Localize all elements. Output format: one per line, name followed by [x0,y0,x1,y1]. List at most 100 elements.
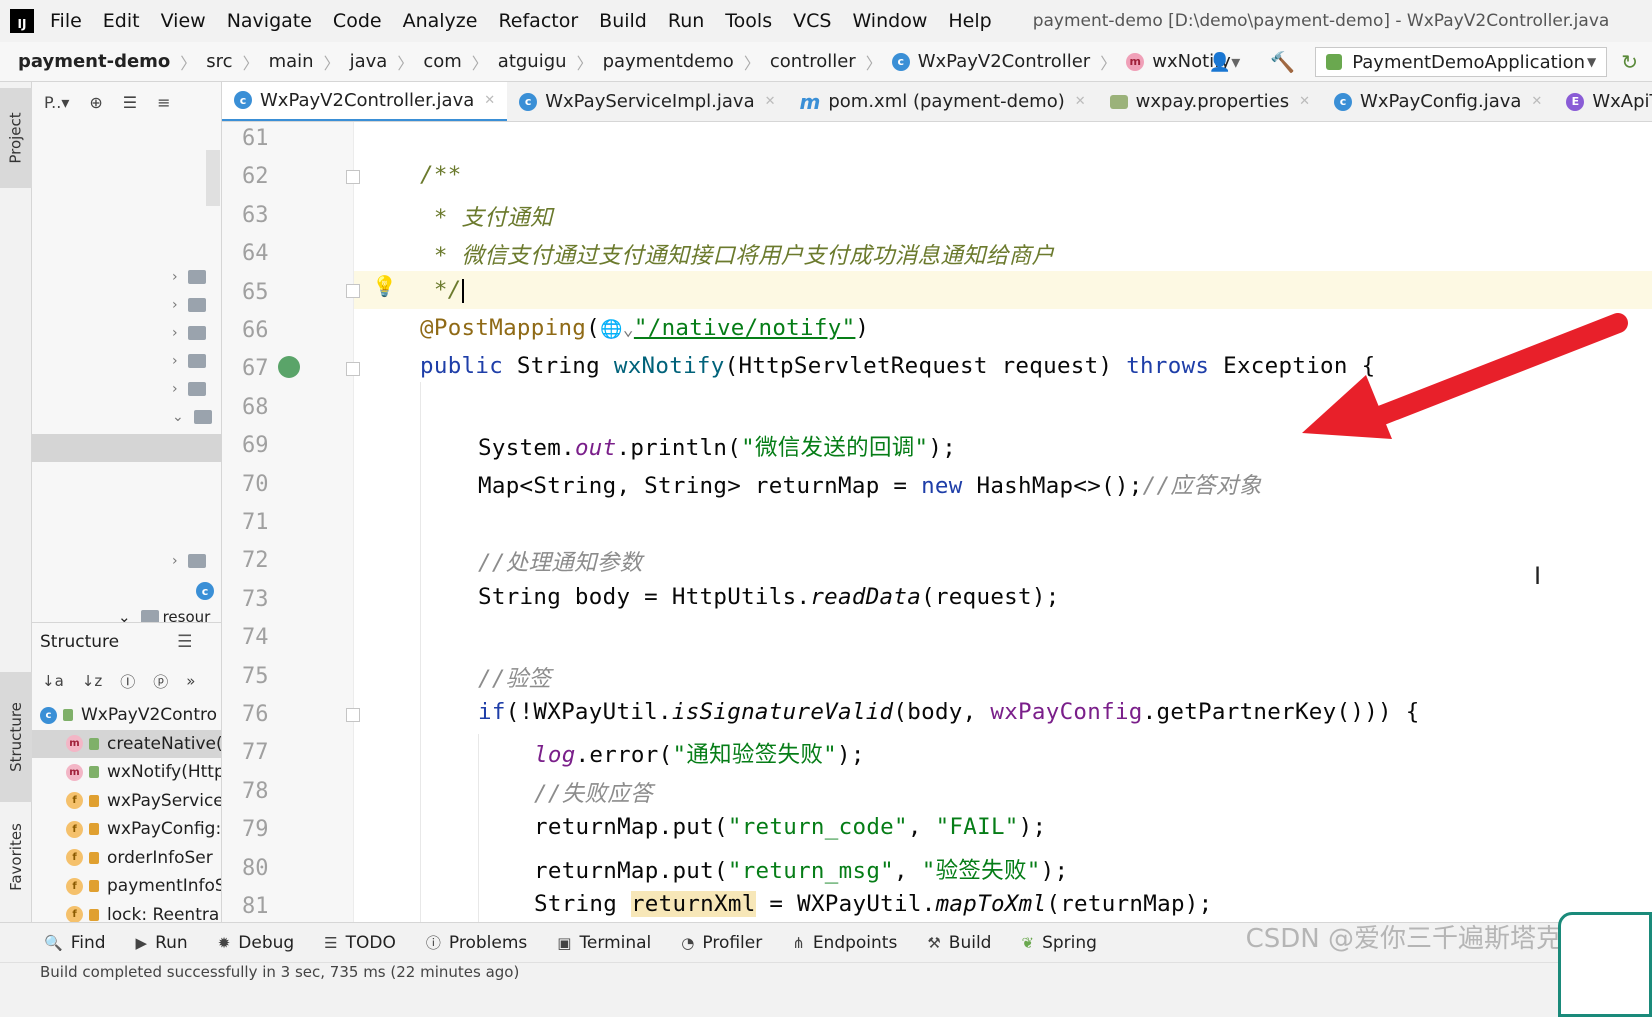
tab-pom-xml[interactable]: m pom.xml (payment-demo) ✕ [788,82,1098,121]
menu-view[interactable]: View [161,10,206,32]
user-icon[interactable]: 👤▾ [1209,52,1240,73]
breadcrumb-atguigu[interactable]: atguigu [498,51,567,72]
tool-profiler[interactable]: ◔ Profiler [681,933,762,953]
sort-alpha-icon[interactable]: ↓a [42,672,64,690]
tree-folder-row[interactable]: › [172,264,206,290]
sort-visibility-icon[interactable]: ↓z [82,672,102,690]
code-line-64: * 微信支付通过支付通知接口将用户支付成功消息通知给商户 [420,243,1055,269]
menu-window[interactable]: Window [852,10,927,32]
field-icon: f [66,906,83,924]
tab-wxpayv2controller[interactable]: c WxPayV2Controller.java ✕ [222,82,508,121]
fold-icon[interactable] [346,362,360,376]
tool-endpoints[interactable]: ⋔ Endpoints [792,933,897,953]
code-line-78: //失败应答 [534,781,653,807]
breadcrumb-class[interactable]: c WxPayV2Controller [891,51,1090,72]
structure-item[interactable]: f wxPayConfig: [32,815,221,844]
menu-navigate[interactable]: Navigate [227,10,312,32]
show-properties-icon[interactable]: ⓟ [153,671,168,692]
breadcrumb-project[interactable]: payment-demo [18,51,170,72]
show-inherited-icon[interactable]: Ⓘ [120,671,135,692]
expand-all-icon[interactable]: ☰ [123,93,137,112]
tab-wxapitype[interactable]: E WxApiTy [1554,82,1652,121]
structure-item[interactable]: f orderInfoSer [32,844,221,873]
tree-folder-row[interactable]: › [172,548,206,574]
chevron-right-icon: › [172,353,178,369]
structure-item[interactable]: m wxNotify(Http [32,758,221,787]
tool-terminal[interactable]: ▣ Terminal [557,933,651,953]
tree-folder-row[interactable]: ⌄ [172,404,212,430]
tree-class-row[interactable]: c [196,578,222,604]
structure-item[interactable]: f paymentInfoS [32,872,221,901]
locate-icon[interactable]: ⊕ [89,93,102,112]
close-icon[interactable]: ✕ [1299,94,1310,109]
fold-icon[interactable] [346,708,360,722]
globe-icon[interactable]: 🌐⌄ [600,319,634,340]
close-icon[interactable]: ✕ [765,94,776,109]
tool-build[interactable]: ⚒ Build [927,933,991,953]
tool-problems[interactable]: ⓘ Problems [426,932,527,953]
menu-analyze[interactable]: Analyze [403,10,478,32]
tool-find[interactable]: 🔍 Find [44,933,106,953]
code-line-63: * 支付通知 [420,205,553,231]
rerun-icon[interactable]: ↻ [1621,50,1638,74]
chevron-right-icon: › [172,553,178,569]
breadcrumb-com[interactable]: com [423,51,461,72]
run-icon: ▶ [135,933,148,952]
breadcrumb-controller[interactable]: controller [770,51,856,72]
build-hammer-icon[interactable]: 🔨 [1270,50,1295,74]
structure-item[interactable]: f wxPayService [32,787,221,816]
tool-tab-structure[interactable]: Structure [0,672,32,802]
tool-spring[interactable]: ❦ Spring [1021,933,1096,953]
tree-folder-row[interactable]: › [172,320,206,346]
close-icon[interactable]: ✕ [1531,94,1542,109]
menu-build[interactable]: Build [599,10,647,32]
fold-icon[interactable] [346,284,360,298]
tree-folder-row[interactable]: › [172,376,206,402]
tool-tab-favorites[interactable]: Favorites [0,802,32,912]
line-number: 64 [242,241,269,267]
menu-file[interactable]: File [50,10,82,32]
class-icon: c [519,92,538,111]
menu-vcs[interactable]: VCS [793,10,831,32]
tree-folder-row[interactable]: › [172,348,206,374]
tab-wxpay-properties[interactable]: wxpay.properties ✕ [1098,82,1322,121]
tool-todo[interactable]: ☰ TODO [324,933,396,953]
structure-item[interactable]: m createNative( [32,729,221,758]
menu-tools[interactable]: Tools [725,10,772,32]
line-number: 66 [242,318,269,343]
tab-label: WxPayServiceImpl.java [545,91,755,112]
breadcrumb-java[interactable]: java [350,51,388,72]
class-icon: c [234,91,252,109]
lightbulb-icon[interactable]: 💡 [372,274,397,298]
tree-selected-row[interactable] [32,434,222,462]
menu-refactor[interactable]: Refactor [498,10,578,32]
close-icon[interactable]: ✕ [484,93,495,108]
collapse-all-icon[interactable]: ≡ [157,93,170,112]
breadcrumb-src[interactable]: src [206,51,232,72]
menu-help[interactable]: Help [948,10,991,32]
menu-code[interactable]: Code [333,10,382,32]
project-scrollbar[interactable] [206,150,220,206]
menu-run[interactable]: Run [668,10,704,32]
menu-edit[interactable]: Edit [103,10,140,32]
structure-item[interactable]: c WxPayV2Contro [32,701,221,730]
run-configuration-select[interactable]: PaymentDemoApplication ▼ [1315,47,1608,77]
close-icon[interactable]: ✕ [1075,94,1086,109]
tool-run[interactable]: ▶ Run [136,933,188,953]
search-icon: 🔍 [44,933,63,952]
code-line-81: String returnXml = WXPayUtil.mapToXml(re… [534,891,1213,917]
tool-tab-project[interactable]: Project [0,88,32,188]
project-view-select[interactable]: P..▾ [44,93,69,112]
more-icon[interactable]: » [186,672,195,690]
tree-folder-row[interactable]: › [172,292,206,318]
fold-icon[interactable] [346,170,360,184]
tab-wxpayserviceimpl[interactable]: c WxPayServiceImpl.java ✕ [507,82,787,121]
breadcrumb-paymentdemo[interactable]: paymentdemo [603,51,734,72]
tab-wxpayconfig[interactable]: c WxPayConfig.java ✕ [1322,82,1554,121]
structure-options-icon[interactable]: ☰ [177,632,192,652]
tool-debug[interactable]: ✹ Debug [218,933,294,953]
breadcrumb-main[interactable]: main [269,51,314,72]
code-editor[interactable]: 💡 61 62 63 64 65 66 67 68 69 70 71 72 73 74 75 76 77 78 79… [222,122,1652,922]
line-number: 77 [242,740,269,766]
tab-label: WxPayV2Controller.java [260,89,475,111]
